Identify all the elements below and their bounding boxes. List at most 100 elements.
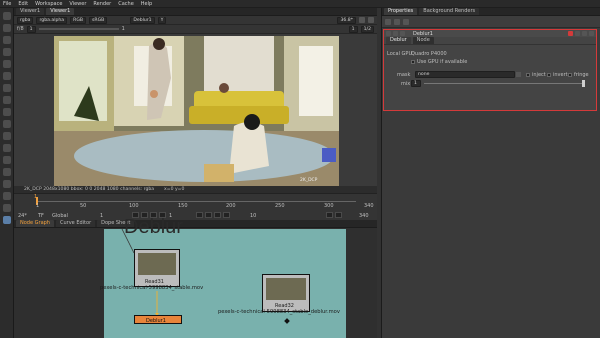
toolsets-tool-icon[interactable] [3, 180, 11, 188]
menu-file[interactable]: File [3, 1, 11, 7]
clear-panels-icon[interactable] [394, 18, 400, 25]
node-name-field[interactable]: Deblur1 [413, 31, 433, 37]
color-tool-icon[interactable] [3, 60, 11, 68]
node-graph-canvas[interactable]: Deblur Read31 pexels-c-technical-5998834… [100, 217, 346, 338]
next-keyframe-icon[interactable] [214, 212, 221, 218]
float-icon[interactable] [589, 31, 594, 36]
keyer-tool-icon[interactable] [3, 84, 11, 92]
format-info: 2K_DCP 2048x1080 bbox: 0 0 2048 1080 cha… [24, 186, 155, 192]
filter-tool-icon[interactable] [3, 72, 11, 80]
properties-toolbar [382, 16, 600, 28]
timeline-track[interactable] [36, 201, 356, 202]
other-tool-icon[interactable] [3, 192, 11, 200]
lock-icon[interactable] [385, 18, 391, 25]
draw-tool-icon[interactable] [3, 24, 11, 32]
furnace-tool-icon[interactable] [3, 204, 11, 212]
flipbook-icon[interactable] [335, 212, 342, 218]
start-frame-field[interactable]: 1 [100, 213, 103, 219]
input-chip[interactable]: Y [157, 16, 167, 24]
proxy-select[interactable]: 1/2 [360, 25, 374, 33]
menu-render[interactable]: Render [93, 1, 111, 7]
viewer-tab-2[interactable]: Viewer1 [46, 8, 75, 15]
tab-curve-editor[interactable]: Curve Editor [55, 220, 96, 227]
menu-workspace[interactable]: Workspace [35, 1, 62, 7]
gamma-label: 1 [121, 26, 125, 32]
time-tool-icon[interactable] [3, 36, 11, 44]
fringe-label: fringe [574, 72, 589, 78]
transform-tool-icon[interactable] [3, 108, 11, 116]
deblur1-node[interactable]: Deblur1 [134, 315, 182, 324]
skip-frames-field[interactable]: 10 [250, 213, 256, 219]
tick-200: 200 [226, 203, 236, 209]
mix-slider-handle[interactable] [582, 80, 585, 87]
fringe-checkbox[interactable] [568, 73, 572, 77]
viewer-image[interactable]: 2K_DCP [54, 36, 339, 186]
image-tool-icon[interactable] [3, 12, 11, 20]
metadata-tool-icon[interactable] [3, 144, 11, 152]
3d-tool-icon[interactable] [3, 120, 11, 128]
channels-select[interactable]: rgba [17, 16, 34, 24]
mask-select[interactable]: none [415, 71, 515, 78]
tab-node-graph[interactable]: Node Graph [16, 220, 54, 227]
input-a-select[interactable]: Deblur1 [130, 16, 155, 24]
menu-cache[interactable]: Cache [118, 1, 134, 7]
display-channels-select[interactable]: RGB [70, 16, 87, 24]
invert-checkbox[interactable] [547, 73, 551, 77]
nuke-app-window: File Edit Workspace Viewer Render Cache … [0, 0, 600, 338]
undo-icon[interactable] [568, 31, 573, 36]
play-forward-icon[interactable] [196, 212, 203, 218]
menu-help[interactable]: Help [141, 1, 152, 7]
fullscreen-icon[interactable] [359, 17, 365, 23]
frame-field[interactable]: 1 [348, 25, 358, 33]
deblur1-properties: Deblur1 Deblur Node Local GPU: Quadro P4… [383, 29, 597, 111]
mix-slider-track[interactable] [424, 83, 584, 84]
cara-vr-tool-icon[interactable] [3, 216, 11, 224]
deblur1-node-label: Deblur1 [146, 317, 166, 324]
subtab-node[interactable]: Node [412, 37, 434, 44]
viewer-tab-1[interactable]: Viewer1 [16, 8, 45, 15]
colorspace-select[interactable]: sRGB [89, 16, 108, 24]
mask-channel-icon[interactable] [516, 72, 521, 77]
tab-background-renders[interactable]: Background Renders [419, 8, 480, 15]
channel-tool-icon[interactable] [3, 48, 11, 56]
mix-label: mix [401, 81, 411, 87]
fps-field[interactable]: 24* [18, 213, 27, 219]
revert-icon[interactable] [582, 31, 587, 36]
node-close-icon[interactable] [386, 31, 391, 36]
loop-mode-icon[interactable] [326, 212, 333, 218]
tick-50: 50 [80, 203, 87, 209]
merge-tool-icon[interactable] [3, 96, 11, 104]
cursor-coords: x=0 y=0 [164, 186, 185, 192]
step-forward-icon[interactable] [205, 212, 212, 218]
roi-icon[interactable] [368, 17, 374, 23]
timeline-end-tick: 340 [364, 203, 374, 209]
max-panels-icon[interactable] [403, 18, 409, 25]
mix-field[interactable]: 1 [411, 80, 421, 87]
mask-select-value: none [418, 72, 430, 77]
tf-select[interactable]: TF [38, 213, 44, 219]
exposure-field[interactable]: 1 [26, 25, 36, 33]
menu-viewer[interactable]: Viewer [69, 1, 86, 7]
range-select[interactable]: Global [52, 213, 68, 219]
zoom-select[interactable]: 36.8* [337, 16, 356, 24]
node-color-icon[interactable] [393, 31, 398, 36]
deep-tool-icon[interactable] [3, 168, 11, 176]
redo-icon[interactable] [575, 31, 580, 36]
use-gpu-checkbox[interactable] [411, 60, 415, 64]
go-to-end-icon[interactable] [223, 212, 230, 218]
use-gpu-label: Use GPU if available [417, 59, 468, 65]
particles-tool-icon[interactable] [3, 156, 11, 164]
subtab-deblur[interactable]: Deblur [386, 37, 411, 44]
tab-properties[interactable]: Properties [384, 8, 418, 15]
invert-label: invert [553, 72, 568, 78]
gain-slider[interactable] [38, 28, 119, 30]
menu-bar: File Edit Workspace Viewer Render Cache … [0, 0, 600, 8]
node-settings-icon[interactable] [400, 31, 405, 36]
views-tool-icon[interactable] [3, 132, 11, 140]
end-frame-field[interactable]: 340 [359, 213, 369, 219]
deblur1-subtabs: Deblur Node [384, 37, 596, 45]
mix-field-value: 1 [414, 81, 417, 86]
menu-edit[interactable]: Edit [18, 1, 28, 7]
inject-checkbox[interactable] [526, 73, 530, 77]
alpha-channel-select[interactable]: rgba.alpha [36, 16, 68, 24]
